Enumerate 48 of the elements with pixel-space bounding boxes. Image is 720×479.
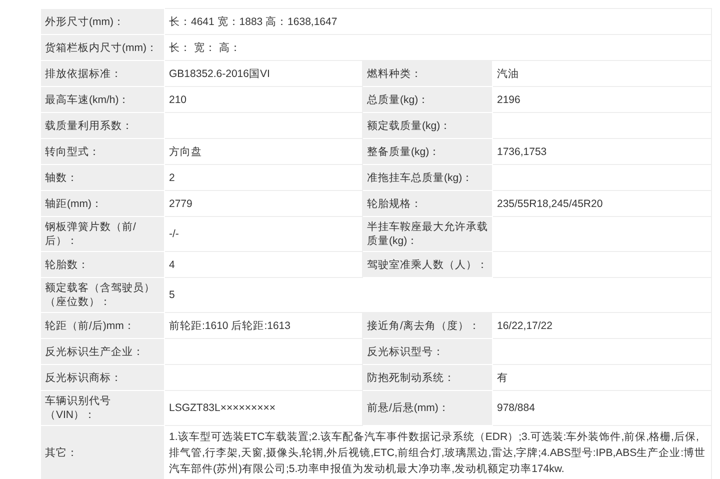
- label-cell: 额定载客（含驾驶员）（座位数）：: [40, 278, 164, 312]
- label-cell: 钢板弹簧片数（前/后）：: [40, 216, 164, 252]
- value-cell: GB18352.6-2016国VI: [164, 60, 362, 86]
- value-cell: LSGZT83L×××××××××: [164, 390, 362, 426]
- label-cell: 转向型式：: [40, 138, 164, 164]
- label-cell: 接近角/离去角（度）：: [362, 312, 492, 338]
- value-cell: 4: [164, 252, 362, 278]
- label-cell: 驾驶室准乘人数（人）：: [362, 252, 492, 278]
- label-cell: 轴距(mm)：: [40, 190, 164, 216]
- value-cell: 前轮距:1610 后轮距:1613: [164, 312, 362, 338]
- value-cell: 汽油: [492, 60, 712, 86]
- label-cell: 车辆识别代号（VIN）：: [40, 390, 164, 426]
- label-cell: 准拖挂车总质量(kg)：: [362, 164, 492, 190]
- value-cell: 有: [492, 364, 712, 390]
- value-cell: 长：4641 宽：1883 高：1638,1647: [164, 8, 712, 34]
- value-cell: 978/884: [492, 390, 712, 426]
- value-cell: 1736,1753: [492, 138, 712, 164]
- label-cell: 其它：: [40, 426, 164, 479]
- label-cell: 轴数：: [40, 164, 164, 190]
- label-cell: 轮胎数：: [40, 252, 164, 278]
- value-cell: 210: [164, 86, 362, 112]
- value-cell: 2779: [164, 190, 362, 216]
- value-cell: 长： 宽： 高：: [164, 34, 712, 60]
- label-cell: 反光标识商标：: [40, 364, 164, 390]
- label-cell: 外形尺寸(mm)：: [40, 8, 164, 34]
- label-cell: 轮距（前/后)mm：: [40, 312, 164, 338]
- label-cell: 额定载质量(kg)：: [362, 112, 492, 138]
- label-cell: 半挂车鞍座最大允许承载质量(kg)：: [362, 216, 492, 252]
- label-cell: 整备质量(kg)：: [362, 138, 492, 164]
- label-cell: 总质量(kg)：: [362, 86, 492, 112]
- label-cell: 防抱死制动系统：: [362, 364, 492, 390]
- label-cell: 排放依据标准：: [40, 60, 164, 86]
- label-cell: 最高车速(km/h)：: [40, 86, 164, 112]
- value-cell: 2: [164, 164, 362, 190]
- value-cell: 方向盘: [164, 138, 362, 164]
- label-cell: 反光标识型号：: [362, 338, 492, 364]
- label-cell: 前悬/后悬(mm)：: [362, 390, 492, 426]
- label-cell: 轮胎规格：: [362, 190, 492, 216]
- label-cell: 反光标识生产企业：: [40, 338, 164, 364]
- value-cell: 1.该车型可选装ETC车载装置;2.该车配备汽车事件数据记录系统（EDR）;3.可选装:车外装饰件,前保,格栅,后保,排气管,行李架,天窗,摄像头,轮辋,外后视镜,ETC,前组合灯,玻璃黑边,雷达,字牌;4.ABS型号:IPB,ABS生产企业:博世汽车部件(苏州)有限公司;5.功率申报值为发动机最大净功率,发动机额定功率174kw.: [164, 426, 712, 479]
- value-cell: -/-: [164, 216, 362, 252]
- value-cell: 235/55R18,245/45R20: [492, 190, 712, 216]
- label-cell: 货箱栏板内尺寸(mm)：: [40, 34, 164, 60]
- label-cell: 燃料种类：: [362, 60, 492, 86]
- label-cell: 载质量利用系数：: [40, 112, 164, 138]
- value-cell: 2196: [492, 86, 712, 112]
- value-cell: 16/22,17/22: [492, 312, 712, 338]
- value-cell: 5: [164, 278, 712, 312]
